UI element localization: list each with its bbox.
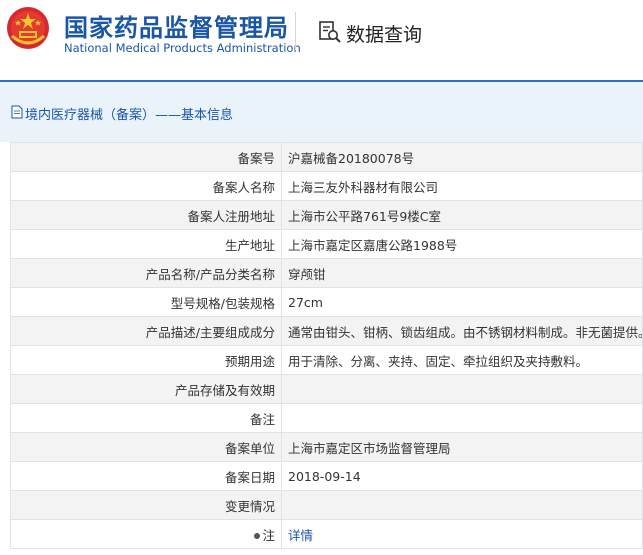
- bullet-icon: [254, 533, 261, 539]
- field-label: 备案日期: [10, 461, 282, 491]
- table-row: 备注: [10, 403, 643, 433]
- document-icon: [11, 105, 23, 119]
- table-row: 产品存储及有效期: [10, 374, 643, 404]
- data-query-title: 数据查询: [346, 24, 423, 46]
- table-row: 注 详情: [10, 519, 643, 549]
- table-row: 备案人注册地址 上海市公平路761号9楼C室: [10, 200, 643, 230]
- table-row: 预期用途 用于清除、分离、夹持、固定、牵拉组织及夹持敷料。: [10, 345, 643, 375]
- field-value: 用于清除、分离、夹持、固定、牵拉组织及夹持敷料。: [281, 345, 643, 375]
- field-value: 通常由钳头、钳柄、锁齿组成。由不锈钢材料制成。非无菌提供。: [281, 316, 643, 346]
- document-search-icon: [319, 21, 341, 43]
- field-label: 产品描述/主要组成成分: [10, 316, 282, 346]
- field-value: [281, 403, 643, 433]
- field-value: 上海市公平路761号9楼C室: [281, 200, 643, 230]
- field-label: 备案人名称: [10, 171, 282, 201]
- field-label: 型号规格/包装规格: [10, 287, 282, 317]
- field-value: 上海市嘉定区嘉唐公路1988号: [281, 229, 643, 259]
- field-value: 2018-09-14: [281, 461, 643, 491]
- field-label: 备案单位: [10, 432, 282, 462]
- table-row: 备案人名称 上海三友外科器材有限公司: [10, 171, 643, 201]
- note-value-cell: 详情: [281, 519, 643, 549]
- national-emblem-icon: [7, 7, 49, 49]
- field-label: 备案号: [10, 142, 282, 172]
- field-label: 生产地址: [10, 229, 282, 259]
- field-value: 上海市嘉定区市场监督管理局: [281, 432, 643, 462]
- note-label: 注: [262, 527, 275, 543]
- table-row: 备案单位 上海市嘉定区市场监督管理局: [10, 432, 643, 462]
- field-label: 备注: [10, 403, 282, 433]
- agency-english-name: National Medical Products Administration: [64, 41, 301, 55]
- breadcrumb: 境内医疗器械（备案）——基本信息: [25, 108, 234, 123]
- table-row: 产品名称/产品分类名称 穿颅钳: [10, 258, 643, 288]
- field-label: 预期用途: [10, 345, 282, 375]
- site-header: 国家药品监督管理局 National Medical Products Admi…: [0, 0, 643, 80]
- field-label: 产品名称/产品分类名称: [10, 258, 282, 288]
- field-label: 变更情况: [10, 490, 282, 520]
- field-value: [281, 374, 643, 404]
- note-label-cell: 注: [10, 519, 282, 549]
- table-row: 产品描述/主要组成成分 通常由钳头、钳柄、锁齿组成。由不锈钢材料制成。非无菌提供…: [10, 316, 643, 346]
- field-value: 穿颅钳: [281, 258, 643, 288]
- table-row: 变更情况: [10, 490, 643, 520]
- field-value: 沪嘉械备20180078号: [281, 142, 643, 172]
- table-row: 备案日期 2018-09-14: [10, 461, 643, 491]
- field-value: 27cm: [281, 287, 643, 317]
- field-value: 上海三友外科器材有限公司: [281, 171, 643, 201]
- field-label: 备案人注册地址: [10, 200, 282, 230]
- agency-chinese-name: 国家药品监督管理局: [64, 14, 289, 42]
- field-value: [281, 490, 643, 520]
- header-divider: [295, 12, 296, 50]
- device-detail-table: 备案号 沪嘉械备20180078号 备案人名称 上海三友外科器材有限公司 备案人…: [10, 142, 643, 549]
- table-row: 生产地址 上海市嘉定区嘉唐公路1988号: [10, 229, 643, 259]
- field-label: 产品存储及有效期: [10, 374, 282, 404]
- details-link[interactable]: 详情: [288, 528, 313, 543]
- table-row: 型号规格/包装规格 27cm: [10, 287, 643, 317]
- table-row: 备案号 沪嘉械备20180078号: [10, 142, 643, 172]
